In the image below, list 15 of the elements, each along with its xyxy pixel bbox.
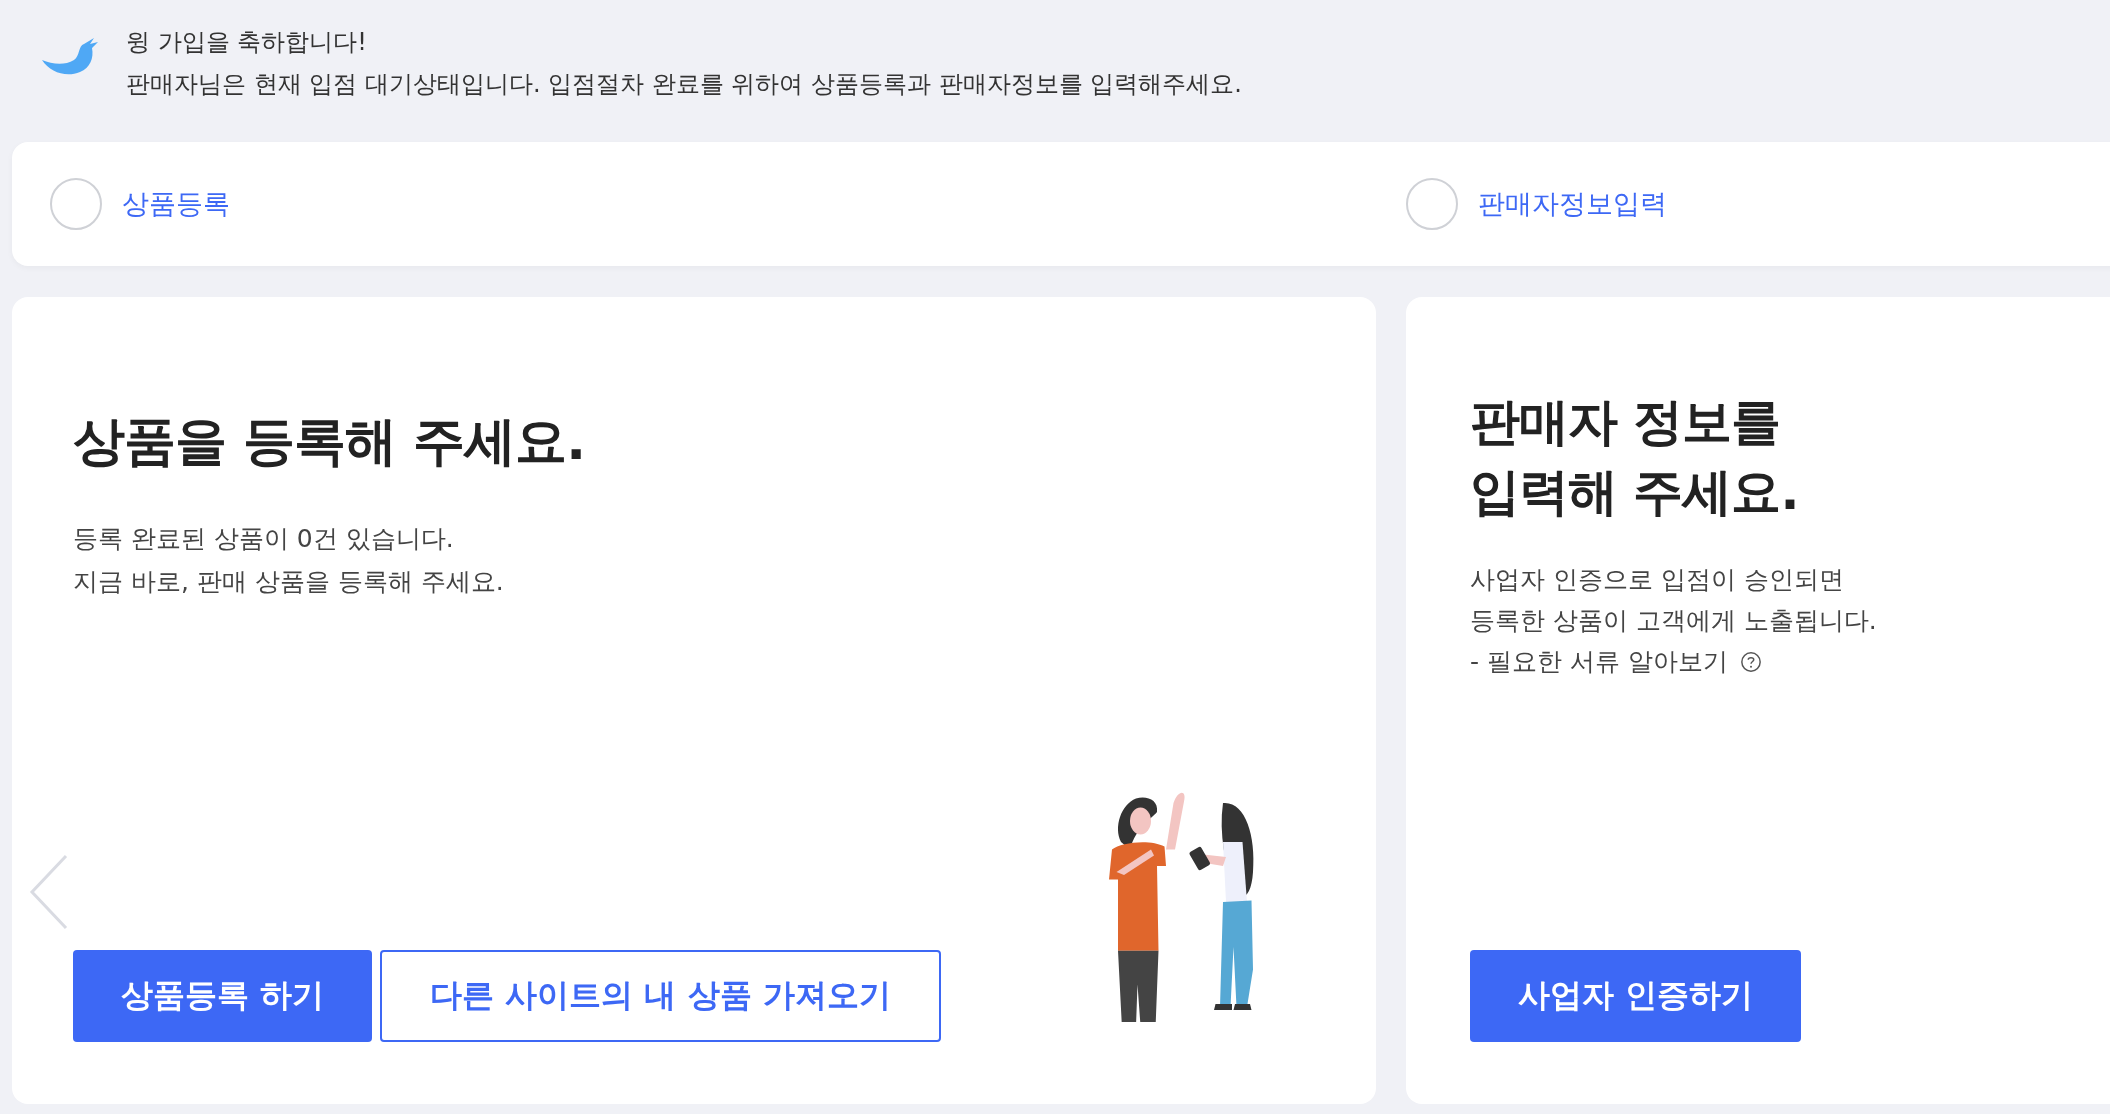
card-title: 판매자 정보를 입력해 주세요. <box>1470 392 1800 523</box>
card-text: 등록한 상품이 고객에게 노출됩니다. <box>1470 605 1878 637</box>
action-button[interactable]: 사업자 인증하기 <box>1470 950 1802 1042</box>
notice-title: 윙 가입을 축하합니다! <box>126 27 368 58</box>
help-link[interactable]: - 필요한 서류 알아보기 <box>1470 641 1728 682</box>
card-text: 등록 완료된 상품이 0건 있습니다. <box>73 523 455 555</box>
card-text: 사업자 인증으로 입점이 승인되면 <box>1470 564 1845 596</box>
card-title: 상품을 등록해 주세요. <box>73 410 586 473</box>
step-label[interactable]: 상품등록 <box>122 186 230 222</box>
card-text: 지금 바로, 판매 상품을 등록해 주세요. <box>73 566 505 598</box>
notice-message: 판매자님은 현재 입점 대기상태입니다. 입점절차 완료를 위하여 상품등록과 판매자정보를 입력해주세요. <box>126 69 1242 100</box>
step-label[interactable]: 판매자정보입력 <box>1478 186 1667 222</box>
action-button[interactable]: 다른 사이트의 내 상품 가져오기 <box>380 950 941 1042</box>
help-icon[interactable] <box>1739 650 1762 673</box>
action-button[interactable]: 상품등록 하기 <box>73 950 373 1042</box>
